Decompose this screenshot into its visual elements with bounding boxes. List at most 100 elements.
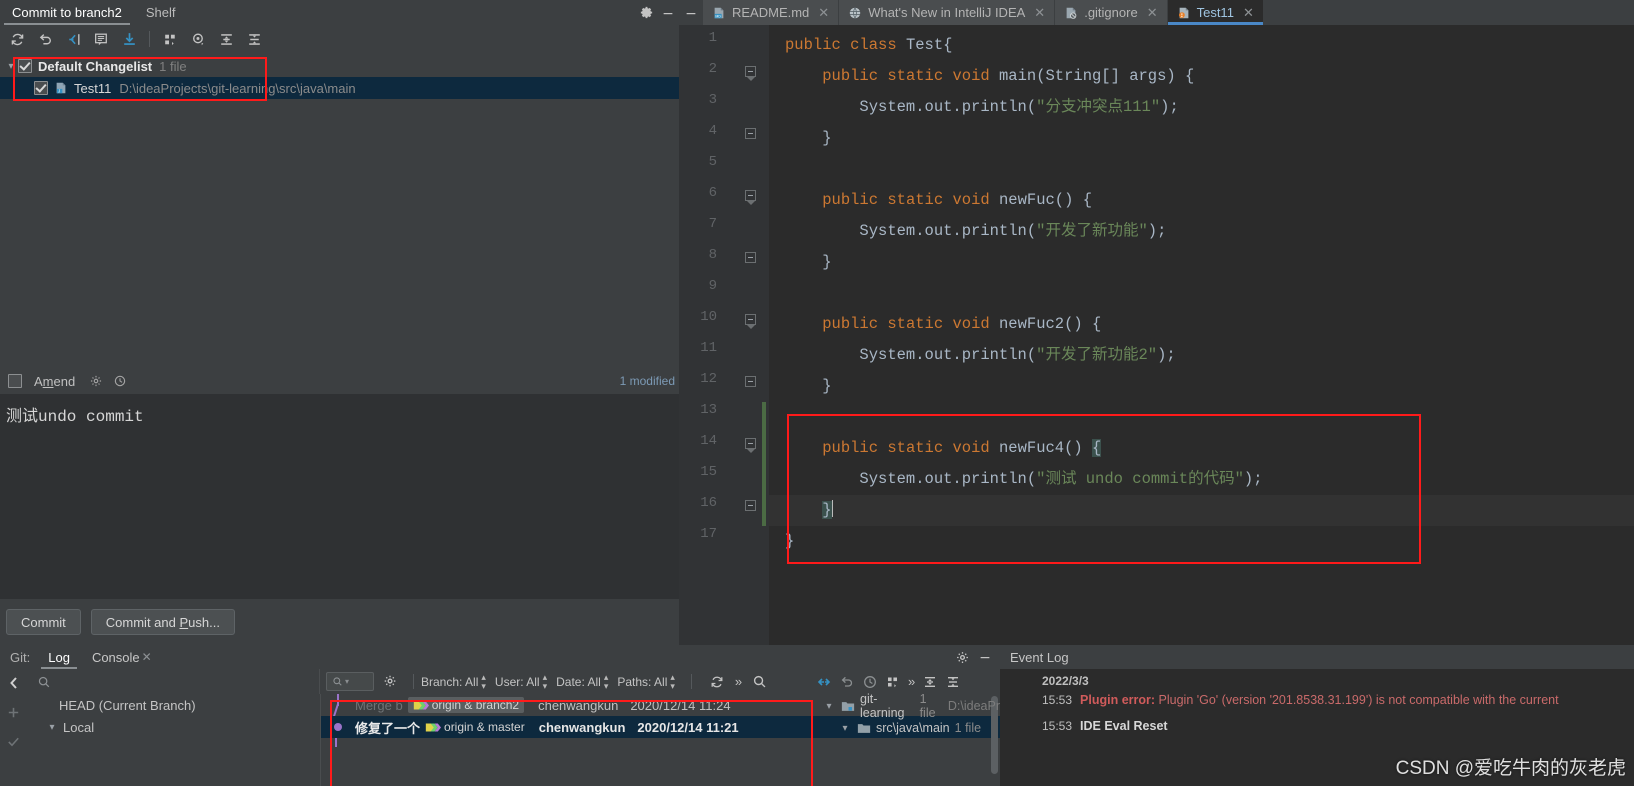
code-fold-marker[interactable]	[745, 66, 756, 81]
revert-icon[interactable]	[839, 674, 855, 690]
expand-all-icon[interactable]	[213, 27, 239, 51]
code-line[interactable]: public static void newFuc2() {	[769, 309, 1634, 340]
group-by-icon[interactable]	[885, 674, 901, 690]
settings-gear-icon[interactable]	[955, 650, 970, 665]
code-fold-marker[interactable]	[745, 190, 756, 205]
chevron-updown-icon: ▴ ▾	[481, 671, 486, 691]
code-fold-marker[interactable]	[745, 500, 756, 511]
branch-row-head[interactable]: HEAD (Current Branch)	[27, 694, 320, 716]
changelist-row-default[interactable]: ▾ Default Changelist 1 file	[0, 55, 679, 77]
editor-minimize-icon[interactable]	[679, 0, 703, 25]
code-line[interactable]: System.out.println("开发了新功能");	[769, 216, 1634, 247]
tab-shelf[interactable]: Shelf	[134, 0, 188, 25]
minimize-icon[interactable]	[978, 650, 992, 664]
modified-status: 1 modified	[619, 374, 675, 388]
editor-tab-whats-new[interactable]: What's New in IntelliJ IDEA ✕	[839, 0, 1055, 25]
code-editor[interactable]: public class Test{ public static void ma…	[769, 25, 1634, 645]
code-line[interactable]	[769, 402, 1634, 433]
vcs-change-marker[interactable]	[762, 402, 766, 526]
git-tree-row-module[interactable]: ▾ git-learning 1 file D:\ideaPr	[810, 692, 1000, 720]
chevron-down-icon[interactable]: ▾	[822, 701, 836, 712]
close-icon[interactable]: ✕	[818, 5, 829, 21]
code-line[interactable]: public class Test{	[769, 30, 1634, 61]
code-line[interactable]: }	[769, 526, 1634, 557]
tab-commit-to-branch2-label: Commit to branch2	[12, 5, 122, 20]
refresh-icon[interactable]	[709, 674, 725, 690]
code-line[interactable]: System.out.println("测试 undo commit的代码");	[769, 464, 1634, 495]
close-icon[interactable]: ✕	[1243, 5, 1254, 21]
update-project-icon[interactable]	[116, 27, 142, 51]
code-fold-marker[interactable]	[745, 252, 756, 263]
refresh-icon[interactable]	[4, 27, 30, 51]
settings-gear-icon[interactable]	[635, 0, 657, 25]
event-log-entry[interactable]: 15:53 Plugin error: Plugin 'Go' (version…	[1042, 690, 1634, 710]
filter-user[interactable]: User: All ▴ ▾	[495, 672, 547, 691]
add-icon[interactable]	[6, 705, 21, 720]
commit-options-gear-icon[interactable]	[89, 374, 103, 388]
code-line[interactable]: public static void main(String[] args) {	[769, 61, 1634, 92]
close-icon[interactable]: ✕	[1147, 5, 1158, 21]
code-fold-marker[interactable]	[745, 128, 756, 139]
expand-all-icon[interactable]	[922, 674, 938, 690]
filter-date[interactable]: Date: All ▴ ▾	[556, 672, 608, 691]
event-log-entry[interactable]: 15:53 IDE Eval Reset	[1042, 716, 1634, 736]
close-icon[interactable]: ✕	[142, 650, 152, 664]
code-fold-marker[interactable]	[745, 438, 756, 453]
changelist-checkbox[interactable]	[18, 59, 32, 73]
code-fold-marker[interactable]	[745, 314, 756, 329]
amend-checkbox[interactable]	[8, 374, 22, 388]
rollback-icon[interactable]	[32, 27, 58, 51]
code-line[interactable]	[769, 154, 1634, 185]
minimize-icon[interactable]	[657, 0, 679, 25]
close-icon[interactable]: ✕	[1034, 5, 1045, 21]
code-fold-marker[interactable]	[745, 376, 756, 387]
search-icon[interactable]	[752, 674, 767, 689]
git-tree-row-folder[interactable]: ▾ src\java\main 1 file	[810, 717, 1000, 739]
commit-ref-tag[interactable]: origin & master	[425, 719, 525, 735]
commit-message-input[interactable]: 测试undo commit	[0, 394, 679, 599]
code-line[interactable]: public static void newFuc() {	[769, 185, 1634, 216]
check-icon[interactable]	[6, 734, 21, 749]
code-line[interactable]	[769, 278, 1634, 309]
log-settings-gear-icon[interactable]	[383, 674, 398, 689]
chevron-down-icon[interactable]: ▾	[4, 61, 18, 72]
commit-history-icon[interactable]	[113, 374, 127, 388]
collapse-all-icon[interactable]	[945, 674, 961, 690]
code-line[interactable]: }	[769, 371, 1634, 402]
code-token: main(String[] args) {	[998, 67, 1195, 85]
collapse-icon[interactable]	[816, 674, 832, 690]
editor-tab-gitignore[interactable]: .gitignore ✕	[1055, 0, 1167, 25]
file-checkbox[interactable]	[34, 81, 48, 95]
log-search-input[interactable]: ▾	[326, 672, 374, 691]
filter-branch[interactable]: Branch: All ▴ ▾	[421, 671, 486, 691]
code-line[interactable]: System.out.println("开发了新功能2");	[769, 340, 1634, 371]
show-diff-icon[interactable]	[60, 27, 86, 51]
commit-and-push-button[interactable]: Commit and Push...	[90, 609, 235, 635]
branch-search-input[interactable]	[27, 669, 320, 694]
history-icon[interactable]	[862, 674, 878, 690]
collapse-all-icon[interactable]	[241, 27, 267, 51]
filter-paths[interactable]: Paths: All ▴ ▾	[617, 672, 675, 691]
changelist-file-row[interactable]: J Test11 D:\ideaProjects\git-learning\sr…	[0, 77, 679, 99]
collapse-panel-icon[interactable]	[6, 675, 22, 691]
editor-gutter[interactable]: 1 2 3 4 5 6 7 8 9 10 11 12 13 14 15 16 17	[679, 25, 784, 645]
chevron-down-icon[interactable]: ▾	[45, 722, 59, 733]
code-line[interactable]: public static void newFuc4() {	[769, 433, 1634, 464]
code-line[interactable]: }	[769, 495, 1634, 526]
code-line[interactable]: }	[769, 123, 1634, 154]
group-by-icon[interactable]	[157, 27, 183, 51]
tab-commit-to-branch2[interactable]: Commit to branch2	[0, 0, 134, 25]
commit-button[interactable]: Commit	[6, 609, 81, 635]
comment-icon[interactable]	[88, 27, 114, 51]
tab-console[interactable]: Console ✕	[82, 645, 162, 669]
commit-ref-tag[interactable]: origin & branch2	[407, 697, 525, 713]
branch-row-local[interactable]: ▾ Local	[27, 716, 320, 738]
editor-tab-test11[interactable]: Test11 ✕	[1167, 0, 1264, 25]
code-token: public	[822, 191, 888, 209]
tab-log[interactable]: Log	[38, 645, 80, 669]
code-line[interactable]: System.out.println("分支冲突点111");	[769, 92, 1634, 123]
code-line[interactable]: }	[769, 247, 1634, 278]
preview-diff-icon[interactable]	[185, 27, 211, 51]
editor-tab-readme[interactable]: MD README.md ✕	[703, 0, 839, 25]
chevron-down-icon[interactable]: ▾	[838, 723, 852, 734]
